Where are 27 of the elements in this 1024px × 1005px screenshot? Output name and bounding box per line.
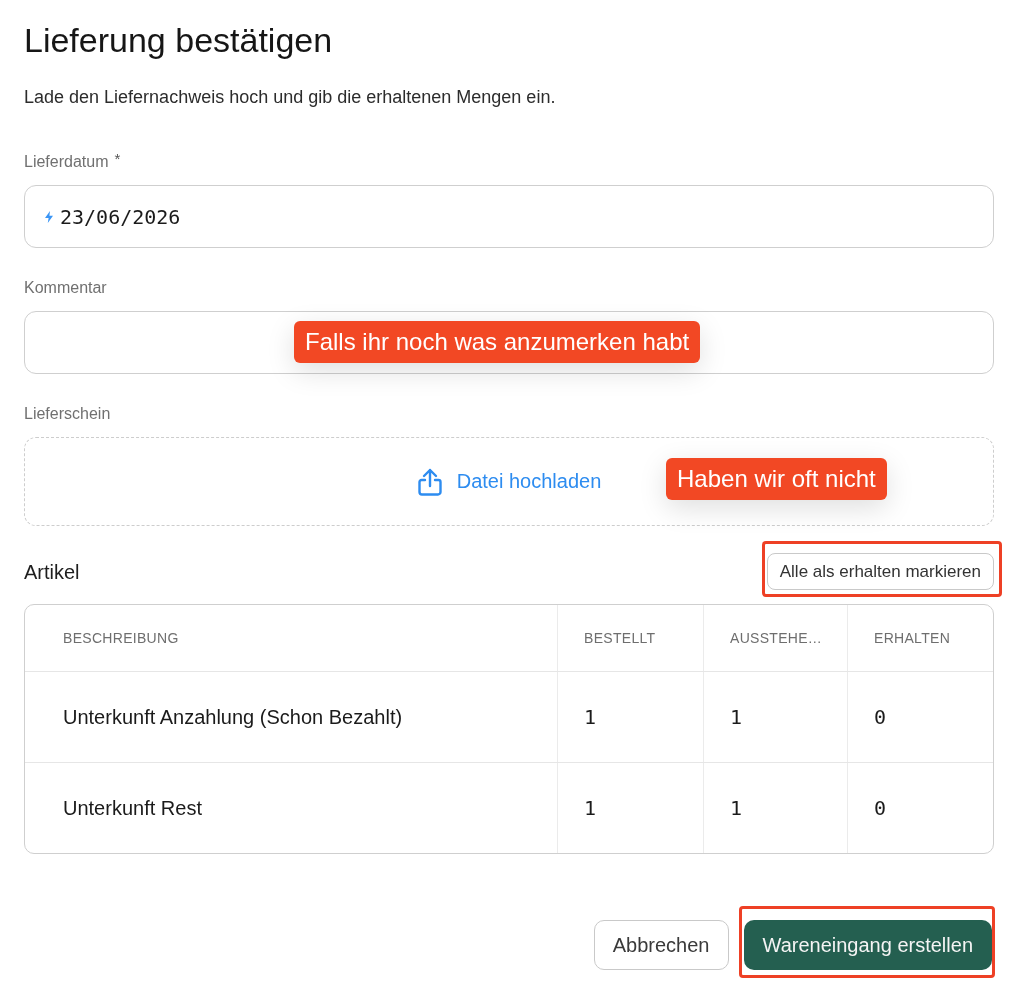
column-header: BESTELLT <box>584 630 656 646</box>
table-cell: Unterkunft Anzahlung (Schon Bezahlt) <box>63 705 403 729</box>
column-header: BESCHREIBUNG <box>63 630 179 646</box>
dialog-title: Lieferung bestätigen <box>24 20 333 61</box>
required-mark: * <box>114 151 121 167</box>
dialog-subtitle: Lade den Liefernachweis hoch und gib die erhaltenen Mengen ein. <box>24 86 556 109</box>
cancel-button[interactable]: Abbrechen <box>593 920 729 970</box>
date-field[interactable]: 23/06/2026 <box>24 185 994 248</box>
annotation-callout: Haben wir oft nicht <box>666 458 887 500</box>
table-cell: 0 <box>874 796 887 820</box>
column-header: AUSSTEHE… <box>730 630 823 646</box>
table-cell: 0 <box>874 705 887 729</box>
field-label: Lieferdatum <box>24 152 109 172</box>
table-cell: 1 <box>584 705 597 729</box>
field-label: Kommentar <box>24 278 107 298</box>
table-cell: 1 <box>730 705 743 729</box>
annotation-callout: Falls ihr noch was anzumerken habt <box>294 321 701 363</box>
section-title: Artikel <box>24 560 80 584</box>
table-cell: 1 <box>584 796 597 820</box>
lightning-icon <box>45 210 53 223</box>
column-header: ERHALTEN <box>874 630 951 646</box>
table-cell: Unterkunft Rest <box>63 796 202 820</box>
mark-all-received-button[interactable]: Alle als erhalten markieren <box>766 553 994 590</box>
field-label: Lieferschein <box>24 404 111 424</box>
upload-icon <box>416 467 443 496</box>
table-cell: 1 <box>730 796 743 820</box>
create-button[interactable]: Wareneingang erstellen <box>743 920 992 970</box>
